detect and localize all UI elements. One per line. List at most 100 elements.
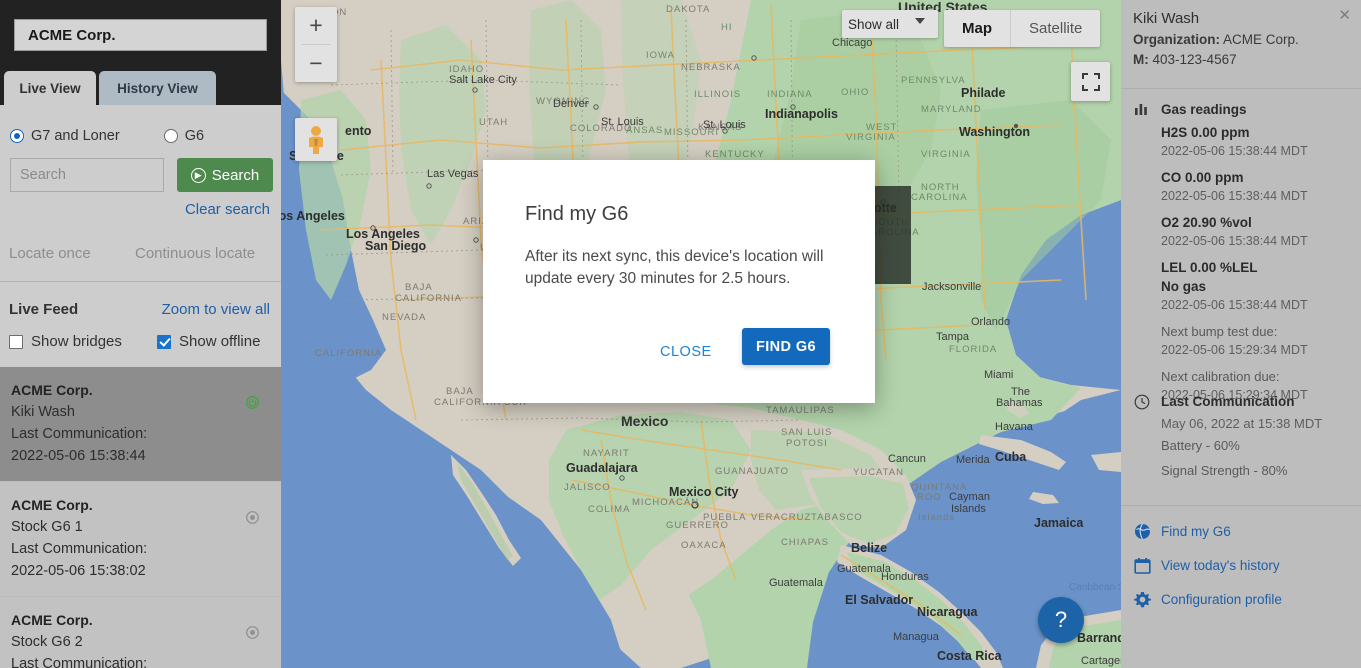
svg-text:UTAH: UTAH xyxy=(479,117,508,128)
svg-text:BAJA: BAJA xyxy=(405,282,433,293)
gas-reading-value: O2 20.90 %vol xyxy=(1161,215,1252,230)
show-bridges-label: Show bridges xyxy=(31,333,122,350)
configuration-profile-link[interactable]: Configuration profile xyxy=(1161,592,1282,607)
search-input[interactable] xyxy=(10,158,164,192)
globe-icon[interactable] xyxy=(1134,523,1152,541)
radio-g6[interactable]: G6 xyxy=(163,128,204,144)
feed-item-org: ACME Corp. xyxy=(11,497,93,513)
clear-search-link[interactable]: Clear search xyxy=(185,201,270,218)
tab-live-view[interactable]: Live View xyxy=(4,71,96,106)
locate-once-button[interactable]: Locate once xyxy=(9,245,91,262)
feed-item-org: ACME Corp. xyxy=(11,612,93,628)
map-type-map-button[interactable]: Map xyxy=(944,10,1011,47)
svg-text:Managua: Managua xyxy=(893,631,940,643)
next-bump-test-value: 2022-05-06 15:29:34 MDT xyxy=(1161,343,1308,357)
gas-readings-title: Gas readings xyxy=(1161,102,1247,117)
clock-glyph xyxy=(1134,394,1150,410)
mobile-value: 403-123-4567 xyxy=(1152,52,1237,67)
list-item[interactable]: ACME Corp. Kiki Wash Last Communication:… xyxy=(0,367,281,482)
svg-text:KENTUCKY: KENTUCKY xyxy=(705,149,765,160)
svg-text:NEVADA: NEVADA xyxy=(382,312,426,323)
checkbox-show-offline[interactable]: Show offline xyxy=(157,333,260,350)
gas-reading-value: H2S 0.00 ppm xyxy=(1161,125,1250,140)
svg-text:Islands: Islands xyxy=(918,512,955,523)
search-button[interactable]: ▶ Search xyxy=(177,158,273,192)
radio-g7-label: G7 and Loner xyxy=(31,128,120,144)
radio-g7-and-loner[interactable]: G7 and Loner xyxy=(10,128,120,144)
calendar-icon[interactable] xyxy=(1134,557,1152,575)
organization-value: ACME Corp. xyxy=(1223,32,1299,47)
offline-glyph xyxy=(246,626,259,639)
zoom-in-button[interactable]: + xyxy=(295,7,337,44)
svg-text:Merida: Merida xyxy=(956,454,991,466)
svg-text:INDIANA: INDIANA xyxy=(767,89,813,100)
last-communication-details: May 06, 2022 at 15:38 MDT Battery - 60% … xyxy=(1161,414,1356,483)
svg-text:SAN LUIS: SAN LUIS xyxy=(781,427,832,438)
pegman-glyph xyxy=(309,125,323,154)
svg-text:Los Angeles: Los Angeles xyxy=(281,209,345,223)
device-header: Kiki Wash Organization: ACME Corp. M: 40… xyxy=(1133,8,1343,70)
organization-field[interactable]: ACME Corp. xyxy=(14,19,267,51)
gas-reading-time: 2022-05-06 15:38:44 MDT xyxy=(1161,298,1308,312)
fullscreen-icon[interactable] xyxy=(1071,62,1110,101)
arrow-right-icon: ▶ xyxy=(190,167,206,183)
zoom-to-view-all-link[interactable]: Zoom to view all xyxy=(162,301,270,318)
map-zoom-controls[interactable]: + − xyxy=(295,7,337,82)
zoom-out-button[interactable]: − xyxy=(295,45,337,82)
checkbox-show-bridges[interactable]: Show bridges xyxy=(9,333,122,350)
svg-text:Jamaica: Jamaica xyxy=(1034,516,1084,530)
search-row: ▶ Search xyxy=(10,158,273,192)
find-my-g6-link[interactable]: Find my G6 xyxy=(1161,524,1231,539)
live-feed-list[interactable]: ACME Corp. Kiki Wash Last Communication:… xyxy=(0,367,281,668)
show-bridges-box xyxy=(9,334,23,349)
svg-text:Orlando: Orlando xyxy=(971,316,1010,328)
svg-text:Cartagena: Cartagena xyxy=(1081,655,1121,667)
status-offline-icon xyxy=(246,626,259,639)
map-type-satellite-button[interactable]: Satellite xyxy=(1011,10,1100,47)
svg-text:Philade: Philade xyxy=(961,86,1006,100)
gas-reading-h2s: H2S 0.00 ppm 2022-05-06 15:38:44 MDT xyxy=(1161,123,1356,161)
map-filter-select[interactable]: Show all xyxy=(842,10,938,38)
app-root: .land { fill:#d5cfc3; } .green { fill:#b… xyxy=(0,0,1361,668)
svg-text:Costa Rica: Costa Rica xyxy=(937,649,1003,663)
search-button-label: Search xyxy=(211,166,260,184)
pegman-icon[interactable] xyxy=(295,118,337,161)
svg-text:Havana: Havana xyxy=(995,421,1034,433)
feed-item-lastcomm-label: Last Communication: xyxy=(11,656,148,668)
gas-reading-o2: O2 20.90 %vol 2022-05-06 15:38:44 MDT xyxy=(1161,213,1356,251)
dialog-find-g6-button[interactable]: FIND G6 xyxy=(742,328,830,365)
svg-text:ROO: ROO xyxy=(917,492,942,503)
svg-text:Denver: Denver xyxy=(553,98,589,110)
svg-text:Chicago: Chicago xyxy=(832,37,872,49)
show-offline-box xyxy=(157,334,171,349)
svg-text:Guadalajara: Guadalajara xyxy=(566,461,639,475)
status-offline-icon xyxy=(246,511,259,524)
svg-text:Miami: Miami xyxy=(984,369,1013,381)
gas-reading-co: CO 0.00 ppm 2022-05-06 15:38:44 MDT xyxy=(1161,168,1356,206)
gas-reading-extra: No gas xyxy=(1161,279,1207,294)
svg-text:ILLINOIS: ILLINOIS xyxy=(694,89,741,100)
svg-text:St. Louis: St. Louis xyxy=(601,116,644,128)
tab-history-view[interactable]: History View xyxy=(99,71,216,106)
help-button[interactable]: ? xyxy=(1038,597,1084,643)
svg-text:Barranqu: Barranqu xyxy=(1077,631,1121,645)
svg-text:BAJA: BAJA xyxy=(446,386,474,397)
list-item[interactable]: ACME Corp. Stock G6 1 Last Communication… xyxy=(0,482,281,597)
dialog-close-button[interactable]: CLOSE xyxy=(650,336,722,368)
view-todays-history-link[interactable]: View today's history xyxy=(1161,558,1280,573)
next-bump-test-label: Next bump test due: xyxy=(1161,324,1278,339)
map-type-toggle[interactable]: Map Satellite xyxy=(944,10,1101,47)
device-name: Kiki Wash xyxy=(1133,10,1200,27)
svg-text:NAYARIT: NAYARIT xyxy=(583,448,630,459)
svg-text:Cuba: Cuba xyxy=(995,450,1027,464)
svg-text:Jacksonville: Jacksonville xyxy=(922,281,981,293)
svg-text:PUEBLA: PUEBLA xyxy=(703,512,747,523)
live-feed-title: Live Feed xyxy=(9,301,79,318)
next-bump-test: Next bump test due: 2022-05-06 15:29:34 … xyxy=(1161,322,1356,360)
gear-icon[interactable] xyxy=(1134,591,1152,609)
list-item[interactable]: ACME Corp. Stock G6 2 Last Communication… xyxy=(0,597,281,668)
continuous-locate-button[interactable]: Continuous locate xyxy=(135,245,255,262)
svg-text:CALIFORNIA: CALIFORNIA xyxy=(395,293,462,304)
device-detail-panel: ✕ Kiki Wash Organization: ACME Corp. M: … xyxy=(1121,0,1361,668)
fullscreen-glyph xyxy=(1081,72,1100,91)
